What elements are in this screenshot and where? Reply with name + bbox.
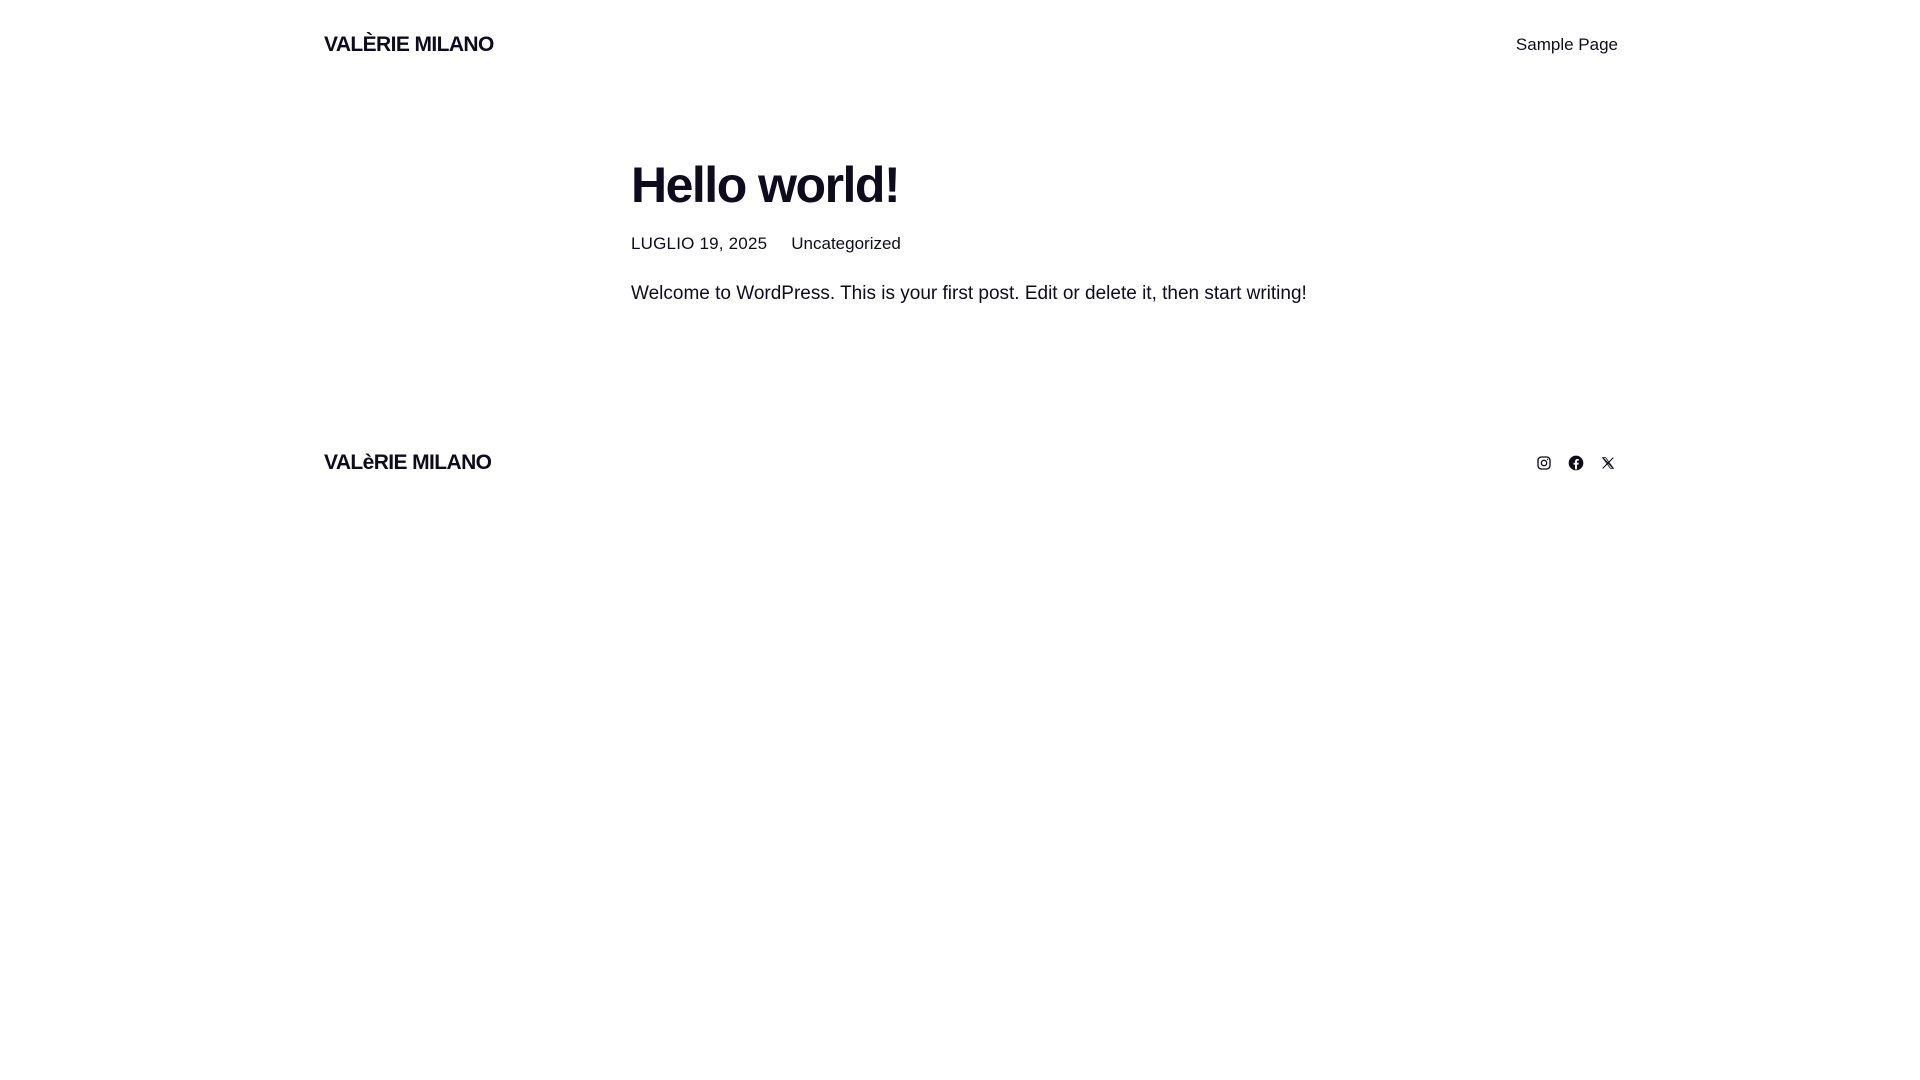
- post-content: Welcome to WordPress. This is your first…: [631, 283, 1307, 304]
- facebook-icon[interactable]: [1566, 453, 1586, 473]
- post: Hello world! LUGLIO 19, 2025 Uncategoriz…: [631, 150, 1391, 308]
- footer-site-title-link[interactable]: VALèRIE MILANO: [324, 451, 492, 475]
- post-meta: LUGLIO 19, 2025 Uncategorized: [631, 232, 1391, 256]
- post-category-link[interactable]: Uncategorized: [791, 234, 901, 254]
- site-footer: VALèRIE MILANO: [324, 448, 1618, 478]
- social-links: [1534, 453, 1618, 473]
- nav-item-sample-page[interactable]: Sample Page: [1516, 35, 1618, 54]
- page: VALÈRIE MILANO Sample Page Hello world! …: [0, 0, 1920, 1080]
- x-icon[interactable]: [1598, 453, 1618, 473]
- primary-navigation: Sample Page: [1516, 35, 1618, 55]
- site-header: VALÈRIE MILANO Sample Page: [324, 30, 1618, 60]
- site-title-link[interactable]: VALÈRIE MILANO: [324, 33, 494, 57]
- post-date: LUGLIO 19, 2025: [631, 234, 768, 253]
- instagram-icon[interactable]: [1534, 453, 1554, 473]
- post-title: Hello world!: [631, 157, 901, 213]
